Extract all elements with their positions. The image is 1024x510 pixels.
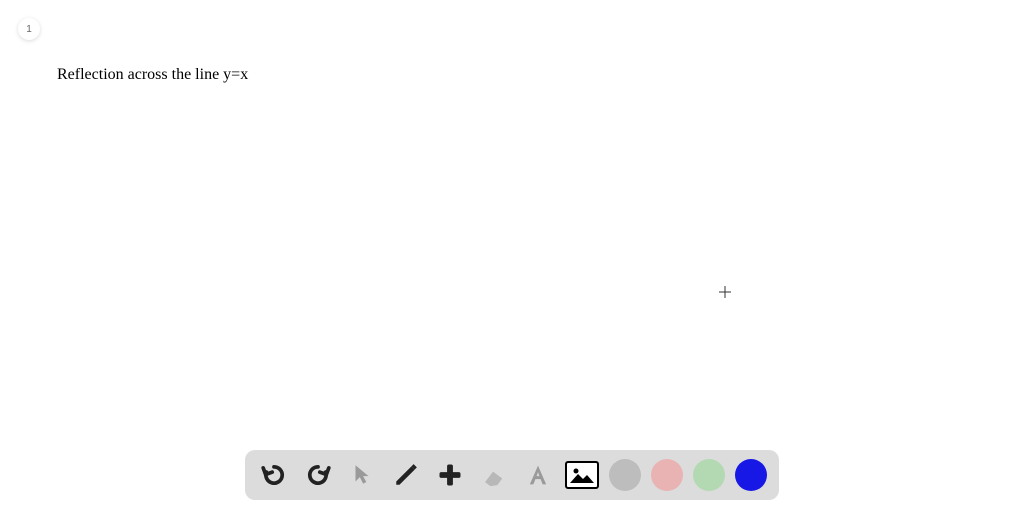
color-swatch-gray[interactable] bbox=[609, 459, 641, 491]
pointer-tool-button[interactable] bbox=[345, 458, 379, 492]
eraser-tool-button[interactable] bbox=[477, 458, 511, 492]
drawing-toolbar bbox=[245, 450, 779, 500]
text-tool-button[interactable] bbox=[521, 458, 555, 492]
page-title: Reflection across the line y=x bbox=[57, 66, 248, 84]
cursor-crosshair bbox=[719, 286, 731, 298]
page-number-badge[interactable]: 1 bbox=[18, 18, 40, 40]
color-swatch-blue[interactable] bbox=[735, 459, 767, 491]
undo-button[interactable] bbox=[257, 458, 291, 492]
pencil-tool-button[interactable] bbox=[389, 458, 423, 492]
page-number-label: 1 bbox=[26, 24, 32, 35]
add-tool-button[interactable] bbox=[433, 458, 467, 492]
image-tool-button[interactable] bbox=[565, 458, 599, 492]
redo-button[interactable] bbox=[301, 458, 335, 492]
color-swatch-green[interactable] bbox=[693, 459, 725, 491]
image-icon bbox=[565, 461, 599, 489]
color-swatch-pink[interactable] bbox=[651, 459, 683, 491]
